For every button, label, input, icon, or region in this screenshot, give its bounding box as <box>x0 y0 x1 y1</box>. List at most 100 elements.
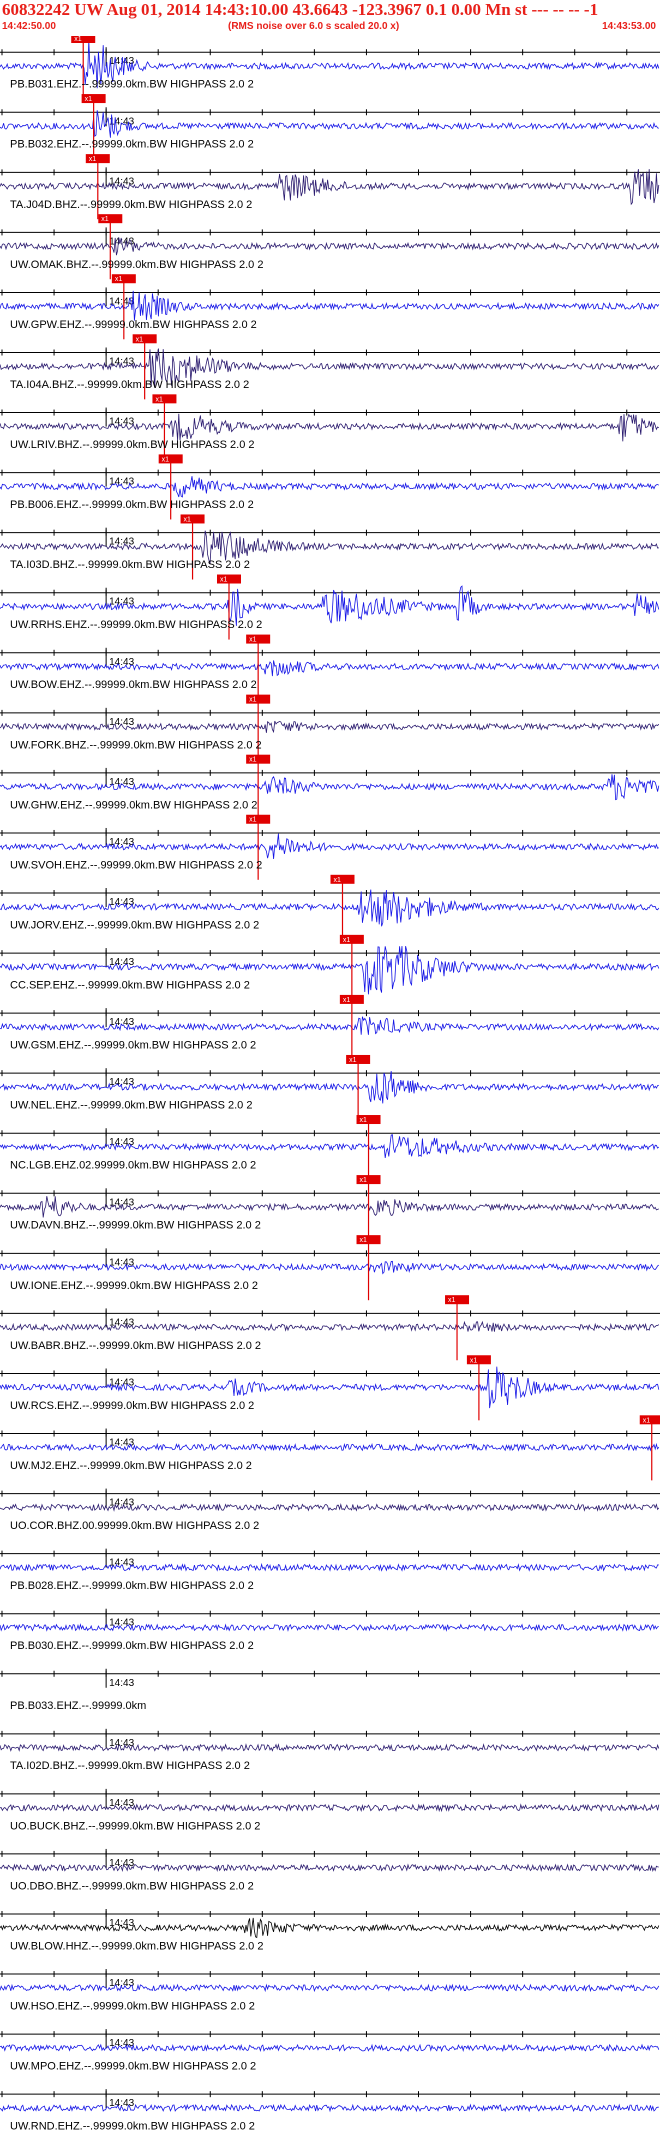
waveform-line <box>0 476 660 498</box>
station-label: UW.DAVN.BHZ.--.99999.0km.BW HIGHPASS 2.0… <box>10 1220 261 1232</box>
pick-label: x1 <box>115 276 123 283</box>
station-label: UW.RCS.EHZ.--.99999.0km.BW HIGHPASS 2.0 … <box>10 1400 254 1412</box>
pick-label: x1 <box>220 577 228 584</box>
station-label: UW.FORK.BHZ.--.99999.0km.BW HIGHPASS 2.0… <box>10 739 262 751</box>
plot-header: 60832242 UW Aug 01, 2014 14:43:10.00 43.… <box>0 0 660 36</box>
trace-row: 14:43x1UW.GPW.EHZ.--.99999.0km.BW HIGHPA… <box>0 274 660 340</box>
trace-row: 14:43 x1 CC.SEP.EHZ.--.99999.0km.BW HIGHPA… <box>0 934 660 1000</box>
station-label: UW.BABR.BHZ.--.99999.0km.BW HIGHPASS 2.0… <box>10 1340 261 1352</box>
pick-label: x1 <box>89 156 97 163</box>
minute-tick-label: 14:43 <box>109 957 134 968</box>
pick-label: x1 <box>184 516 192 523</box>
trace-row: 14:43x1PB.B006.EHZ.--.99999.0km.BW HIGHP… <box>0 454 660 520</box>
pick-label: x1 <box>343 997 351 1004</box>
waveform-line <box>0 1442 660 1452</box>
pick-label: x1 <box>448 1297 456 1304</box>
waveform-line <box>0 1917 660 1939</box>
pick-label: x1 <box>162 456 170 463</box>
pick-label: x1 <box>470 1357 478 1364</box>
pick-label: x1 <box>85 96 93 103</box>
station-label: UW.BLOW.HHZ.--.99999.0km.BW HIGHPASS 2.0… <box>10 1940 263 1952</box>
pick-label: x1 <box>74 36 82 43</box>
pick-label: x1 <box>249 637 257 644</box>
trace-row: 14:43 PB.B030.EHZ.--.99999.0km.BW HIGHPAS… <box>0 1608 660 1652</box>
trace-row: 14:43 TA.I02D.BHZ.--.99999.0km.BW HIGHPAS… <box>0 1728 660 1772</box>
minute-tick-label: 14:43 <box>109 1738 134 1749</box>
station-label: TA.J04D.BHZ.--.99999.0km.BW HIGHPASS 2.0… <box>10 199 252 211</box>
station-label: NC.LGB.EHZ.02.99999.0km.BW HIGHPASS 2.0 … <box>10 1160 256 1172</box>
trace-row: 14:43 x1 UW.GSM.EHZ.--.99999.0km.BW HIGHPA… <box>0 994 660 1060</box>
trace-row: 14:43x1UW.JORV.EHZ.--.99999.0km.BW HIGHP… <box>0 874 660 940</box>
waveform-line <box>0 774 660 801</box>
pick-label: x1 <box>360 1237 368 1244</box>
trace-row: 14:43x1UW.SVOH.EHZ.--.99999.0km.BW HIGHP… <box>0 814 660 880</box>
trace-row: 14:43UO.BUCK.BHZ.--.99999.0km.BW HIGHPAS… <box>0 1788 660 1832</box>
pick-label: x1 <box>360 1117 368 1124</box>
trace-row: 14:43x1PB.B031.EHZ.--.99999.0km.BW HIGHP… <box>0 36 660 100</box>
minute-tick-label: 14:43 <box>109 1558 134 1569</box>
pick-label: x1 <box>360 1177 368 1184</box>
station-label: UW.GHW.EHZ.--.99999.0km.BW HIGHPASS 2.0 … <box>10 799 257 811</box>
trace-row: 14:43 PB.B028.EHZ.--.99999.0km.BW HIGHPAS… <box>0 1548 660 1592</box>
waveform-line <box>0 1320 660 1332</box>
waveform-line <box>0 1260 660 1275</box>
waveform-line <box>0 1196 659 1218</box>
trace-row: 14:43 x1 NC.LGB.EHZ.02.99999.0km.BW HIGHPA… <box>0 1115 660 1181</box>
waveform-line <box>0 833 659 860</box>
station-label: CC.SEP.EHZ.--.99999.0km.BW HIGHPASS 2.0 … <box>10 980 250 992</box>
trace-row: 14:43x1PB.B032.EHZ.--.99999.0km.BW HIGHP… <box>0 94 660 160</box>
trace-row: 14:43x1UW.BABR.BHZ.--.99999.0km.BW HIGHP… <box>0 1295 660 1361</box>
waveform-line <box>0 660 660 677</box>
trace-row: 14:43x1UW.NEL.EHZ.--.99999.0km.BW HIGHPA… <box>0 1054 660 1121</box>
station-label: TA.I02D.BHZ.--.99999.0km.BW HIGHPASS 2.0… <box>10 1760 250 1772</box>
pick-label: x1 <box>643 1417 651 1424</box>
trace-row: 14:43x1UW.IONE.EHZ.--.99999.0km.BW HIGHP… <box>0 1235 660 1301</box>
waveform-line <box>0 290 660 321</box>
waveform-line <box>0 2103 659 2113</box>
trace-row: 14:43x1TA.J04D.BHZ.--.99999.0km.BW HIGHP… <box>0 154 660 220</box>
trace-row: 14:43x1UW.RCS.EHZ.--.99999.0km.BW HIGHPA… <box>0 1355 660 1421</box>
waveform-line <box>0 1803 660 1813</box>
waveform-line <box>0 1983 660 1993</box>
minute-tick-label: 14:43 <box>109 1017 134 1028</box>
trace-row: 14:43x1UW.LRIV.BHZ.--.99999.0km.BW HIGHP… <box>0 394 660 460</box>
seismogram-plot: 14:43 x1 PB.B031.EHZ.--.99999.0km.BW HIGHP… <box>0 36 660 2133</box>
station-label: UW.MPO.EHZ.--.99999.0km.BW HIGHPASS 2.0 … <box>10 2061 256 2073</box>
station-label: UW.GPW.EHZ.--.99999.0km.BW HIGHPASS 2.0 … <box>10 319 257 331</box>
waveform-line <box>0 110 659 138</box>
station-label: UW.GSM.EHZ.--.99999.0km.BW HIGHPASS 2.0 … <box>10 1040 256 1052</box>
trace-row: 14:43x1UW.RRHS.EHZ.--.99999.0km.BW HIGHP… <box>0 574 660 640</box>
waveform-line <box>0 1562 659 1572</box>
station-label: UW.HSO.EHZ.--.99999.0km.BW HIGHPASS 2.0 … <box>10 2000 255 2012</box>
trace-row: 14:43x1UW.DAVN.BHZ.--.99999.0km.BW HIGHP… <box>0 1175 660 1241</box>
waveform-line <box>0 1623 659 1632</box>
trace-row: 14:43UW.RND.EHZ.--.99999.0km.BW HIGHPASS… <box>0 2089 660 2133</box>
station-label: UO.DBO.BHZ.--.99999.0km.BW HIGHPASS 2.0 … <box>10 1880 254 1892</box>
station-label: PB.B030.EHZ.--.99999.0km.BW HIGHPASS 2.0… <box>10 1640 254 1652</box>
pick-label: x1 <box>155 396 163 403</box>
event-title: 60832242 UW Aug 01, 2014 14:43:10.00 43.… <box>2 0 599 19</box>
trace-row: 14:43UW.MPO.EHZ.--.99999.0km.BW HIGHPASS… <box>0 2029 660 2073</box>
station-label: PB.B028.EHZ.--.99999.0km.BW HIGHPASS 2.0… <box>10 1580 254 1592</box>
minute-tick-label: 14:43 <box>109 1438 134 1449</box>
waveform-line <box>0 413 660 442</box>
station-label: UW.RND.EHZ.--.99999.0km.BW HIGHPASS 2.0 … <box>10 2121 255 2133</box>
station-label: TA.I03D.BHZ.--.99999.0km.BW HIGHPASS 2.0… <box>10 559 250 571</box>
station-label: UW.NEL.EHZ.--.99999.0km.BW HIGHPASS 2.0 … <box>10 1100 252 1112</box>
minute-tick-label: 14:43 <box>109 717 134 728</box>
trace-row: 14:43x1TA.I03D.BHZ.--.99999.0km.BW HIGHP… <box>0 514 660 580</box>
trace-row: 14:43x1UW.OMAK.BHZ.--.99999.0km.BW HIGHP… <box>0 214 660 280</box>
minute-tick-label: 14:43 <box>109 1618 134 1629</box>
pick-label: x1 <box>136 336 144 343</box>
station-label: UW.SVOH.EHZ.--.99999.0km.BW HIGHPASS 2.0… <box>10 859 262 871</box>
pick-label: x1 <box>333 877 341 884</box>
trace-row: 14:43UO.DBO.BHZ.--.99999.0km.BW HIGHPASS… <box>0 1848 660 1892</box>
trace-row: 14:43UW.HSO.EHZ.--.99999.0km.BW HIGHPASS… <box>0 1969 660 2012</box>
station-label: UW.LRIV.BHZ.--.99999.0km.BW HIGHPASS 2.0… <box>10 439 255 451</box>
pick-label: x1 <box>249 757 257 764</box>
end-time-label: 14:43:53.00 <box>602 21 656 32</box>
trace-row: 14:43 x1 UW.MJ2.EHZ.--.99999.0km.BW HIGHPA… <box>0 1415 660 1481</box>
station-label: UW.RRHS.EHZ.--.99999.0km.BW HIGHPASS 2.0… <box>10 619 262 631</box>
minute-tick-label: 14:43 <box>109 1137 134 1148</box>
waveform-line <box>0 1016 660 1035</box>
